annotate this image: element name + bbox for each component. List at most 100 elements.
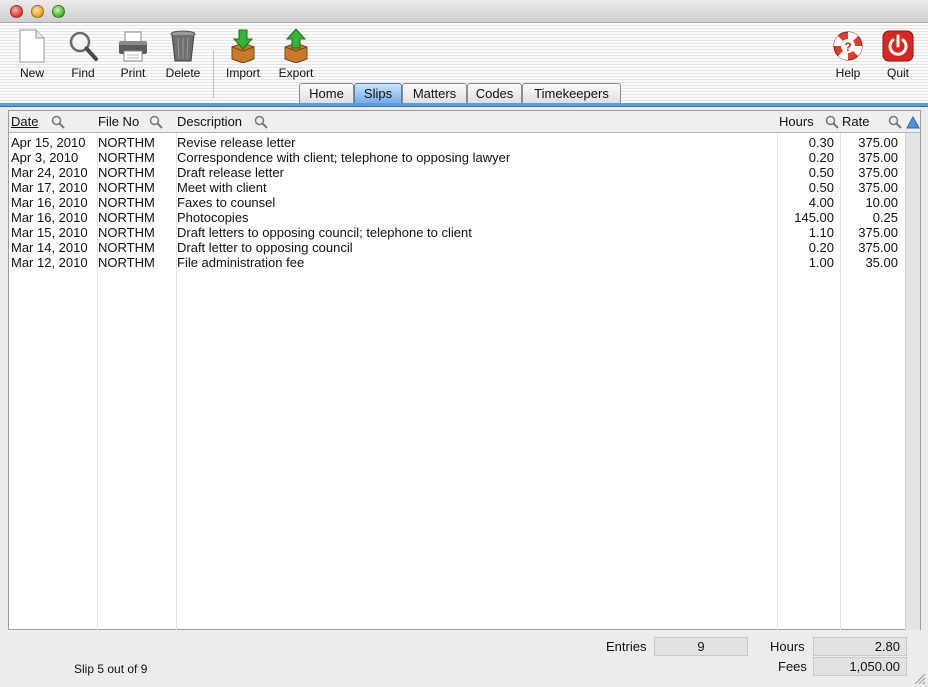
fees-total-label: Fees	[778, 659, 807, 674]
table-row[interactable]: Mar 24, 2010 NORTHM Draft release letter 0.…	[9, 165, 906, 180]
tab-underline	[0, 103, 928, 107]
entries-label: Entries	[606, 639, 647, 654]
description-cell: Draft release letter	[177, 165, 284, 180]
slips-table: Date File No Description Hours Rate Apr …	[8, 110, 921, 630]
table-header: Date File No Description Hours Rate	[9, 111, 920, 133]
file-no-cell: NORTHM	[98, 135, 155, 150]
date-cell: Mar 15, 2010	[11, 225, 88, 240]
table-row[interactable]: Mar 15, 2010 NORTHM Draft letters to oppos…	[9, 225, 906, 240]
description-cell: Photocopies	[177, 210, 249, 225]
file-no-search-icon[interactable]	[149, 115, 163, 129]
date-cell: Apr 3, 2010	[11, 150, 79, 165]
export-label: Export	[278, 66, 314, 80]
table-row[interactable]: Mar 16, 2010 NORTHM Faxes to counsel 4.00 10…	[9, 195, 906, 210]
export-box-icon	[284, 29, 308, 63]
entries-value: 9	[654, 637, 748, 656]
tab-home[interactable]: Home	[299, 83, 354, 104]
hours-search-icon[interactable]	[825, 115, 839, 129]
rate-cell: 375.00	[858, 150, 898, 165]
file-no-cell: NORTHM	[98, 210, 155, 225]
file-no-cell: NORTHM	[98, 225, 155, 240]
table-row[interactable]: Apr 3, 2010 NORTHM Correspondence with cli…	[9, 150, 906, 165]
resize-grip-icon[interactable]	[912, 671, 926, 685]
slip-position-text: Slip 5 out of 9	[74, 662, 148, 676]
description-column-header[interactable]: Description	[177, 114, 242, 129]
hours-cell: 145.00	[794, 210, 834, 225]
description-cell: Revise release letter	[177, 135, 296, 150]
table-row[interactable]: Mar 14, 2010 NORTHM Draft letter to opposi…	[9, 240, 906, 255]
file-no-cell: NORTHM	[98, 195, 155, 210]
app-window: New Find Print Delete Import Export ? He…	[0, 0, 928, 687]
rate-cell: 375.00	[858, 240, 898, 255]
tab-bar: Home Slips Matters Codes Timekeepers	[0, 83, 928, 104]
hours-cell: 0.50	[808, 180, 834, 195]
vertical-scrollbar[interactable]	[905, 133, 920, 630]
table-row[interactable]: Mar 12, 2010 NORTHM File administration fe…	[9, 255, 906, 270]
date-cell: Apr 15, 2010	[11, 135, 86, 150]
description-cell: Draft letter to opposing council	[177, 240, 353, 255]
zoom-window-button[interactable]	[52, 5, 65, 18]
description-cell: Correspondence with client; telephone to…	[177, 150, 511, 165]
hours-total-value: 2.80	[813, 637, 907, 656]
fees-total-value: 1,050.00	[813, 657, 907, 676]
table-row[interactable]: Mar 16, 2010 NORTHM Photocopies 145.00 0.25	[9, 210, 906, 225]
rate-cell: 35.00	[865, 255, 898, 270]
sort-ascending-icon[interactable]	[906, 116, 920, 129]
hours-cell: 1.10	[808, 225, 834, 240]
date-search-icon[interactable]	[51, 115, 65, 129]
delete-button[interactable]: Delete	[155, 27, 211, 80]
tab-codes[interactable]: Codes	[467, 83, 522, 104]
description-cell: File administration fee	[177, 255, 305, 270]
export-button[interactable]: Export	[268, 27, 324, 80]
hours-cell: 0.30	[808, 135, 834, 150]
file-no-cell: NORTHM	[98, 240, 155, 255]
file-no-column-header[interactable]: File No	[98, 114, 139, 129]
hours-cell: 4.00	[808, 195, 834, 210]
description-search-icon[interactable]	[254, 115, 268, 129]
rate-cell: 10.00	[865, 195, 898, 210]
description-cell: Meet with client	[177, 180, 267, 195]
date-cell: Mar 14, 2010	[11, 240, 88, 255]
rate-cell: 0.25	[872, 210, 898, 225]
file-no-cell: NORTHM	[98, 150, 155, 165]
delete-label: Delete	[165, 66, 201, 80]
date-cell: Mar 17, 2010	[11, 180, 88, 195]
hours-cell: 0.20	[808, 240, 834, 255]
trash-icon	[170, 30, 196, 62]
date-cell: Mar 24, 2010	[11, 165, 88, 180]
description-cell: Faxes to counsel	[177, 195, 276, 210]
file-no-cell: NORTHM	[98, 165, 155, 180]
title-bar	[0, 0, 928, 23]
quit-label: Quit	[886, 66, 909, 80]
hours-cell: 1.00	[808, 255, 834, 270]
lifebuoy-icon: ?	[833, 31, 863, 61]
status-footer: Slip 5 out of 9 Entries 9 Hours 2.80 Fee…	[0, 630, 928, 687]
hours-total-label: Hours	[770, 639, 805, 654]
rate-cell: 375.00	[858, 225, 898, 240]
tab-matters[interactable]: Matters	[402, 83, 467, 104]
import-box-icon	[231, 29, 255, 63]
rate-column-header[interactable]: Rate	[842, 114, 869, 129]
date-column-header[interactable]: Date	[11, 114, 38, 129]
hours-column-header[interactable]: Hours	[779, 114, 814, 129]
rate-cell: 375.00	[858, 180, 898, 195]
description-cell: Draft letters to opposing council; telep…	[177, 225, 472, 240]
table-row[interactable]: Mar 17, 2010 NORTHM Meet with client 0.50 37…	[9, 180, 906, 195]
file-no-cell: NORTHM	[98, 180, 155, 195]
tab-slips[interactable]: Slips	[354, 83, 402, 104]
svg-text:?: ?	[844, 40, 851, 54]
date-cell: Mar 16, 2010	[11, 195, 88, 210]
close-window-button[interactable]	[10, 5, 23, 18]
date-cell: Mar 12, 2010	[11, 255, 88, 270]
file-no-cell: NORTHM	[98, 255, 155, 270]
rate-cell: 375.00	[858, 135, 898, 150]
rate-search-icon[interactable]	[888, 115, 902, 129]
power-icon	[882, 30, 914, 62]
tab-timekeepers[interactable]: Timekeepers	[522, 83, 621, 104]
document-icon	[19, 29, 45, 63]
magnifier-icon	[69, 31, 98, 61]
quit-button[interactable]: Quit	[870, 27, 926, 80]
hours-cell: 0.20	[808, 150, 834, 165]
table-row[interactable]: Apr 15, 2010 NORTHM Revise release letter 0…	[9, 135, 906, 150]
minimize-window-button[interactable]	[31, 5, 44, 18]
